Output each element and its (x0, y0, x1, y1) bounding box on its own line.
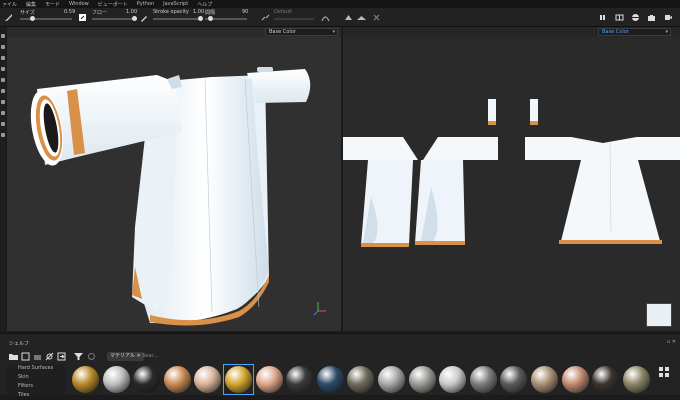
size-value[interactable]: 0.59 (64, 9, 75, 15)
stroke-opacity-value[interactable]: 1.00 (193, 9, 204, 15)
shelf-category-item[interactable]: Skin (7, 373, 65, 382)
polygon-fill-icon[interactable] (1, 67, 5, 71)
material-thumbnail-leaf[interactable] (163, 366, 191, 393)
geometry-tool-icon[interactable] (1, 122, 5, 126)
transform-tool-icon[interactable] (1, 133, 5, 137)
pause-icon[interactable] (597, 12, 608, 23)
material-thumbnail-skin[interactable] (255, 366, 283, 393)
material-thumbnail-concrete[interactable] (347, 366, 375, 393)
flow-icon[interactable] (77, 12, 88, 23)
shelf-toolbar: マテリアル ✕ Sear... (7, 351, 680, 362)
import-icon[interactable] (57, 352, 66, 361)
material-thumbnail-black-plastic[interactable] (133, 366, 161, 393)
material-thumbnail-copper[interactable] (561, 366, 589, 393)
tool-properties-bar: サイズ 0.59 フロー 1.00 Stroke opacity 1.00 間隔… (0, 8, 680, 27)
paint-tool-icon[interactable] (1, 34, 5, 38)
shelf-window-controls[interactable]: ▫ ✕ (667, 339, 676, 345)
circle-toggle-icon[interactable] (87, 352, 96, 361)
close-icon[interactable]: ✕ (137, 353, 141, 359)
material-thumbnail-gold-rough[interactable] (72, 366, 99, 393)
grid-view-icon[interactable] (659, 367, 670, 378)
eraser-tool-icon[interactable] (1, 45, 5, 49)
menu-item[interactable]: JavaScript (163, 1, 188, 7)
menu-item[interactable]: Window (69, 1, 89, 7)
new-shelf-icon[interactable] (21, 352, 30, 361)
shelf-search-input[interactable]: Sear... (142, 352, 158, 361)
shelf-category-item[interactable]: Hard Surfaces (7, 364, 65, 373)
shelf-panel: シェルフ ▫ ✕ マテリアル ✕ Sear... Hard Surfaces Sk… (0, 333, 680, 398)
filter-icon[interactable] (74, 352, 83, 361)
filter-tag[interactable]: マテリアル ✕ (107, 352, 144, 361)
material-thumbnail-olive[interactable] (622, 366, 650, 393)
menu-item[interactable]: モード (45, 1, 60, 8)
lazy-mouse-icon[interactable] (343, 12, 354, 23)
hide-icon[interactable] (45, 352, 54, 361)
library-icon[interactable] (33, 352, 42, 361)
render-icon[interactable] (630, 12, 641, 23)
filter-tag-label: マテリアル (110, 353, 135, 359)
eraser-icon[interactable] (371, 12, 382, 23)
shelf-category-list: Hard Surfaces Skin Filters Tiles (7, 364, 65, 398)
preset-slider[interactable] (274, 18, 314, 20)
preset-label: Default (274, 9, 293, 15)
bake-tool-icon[interactable] (1, 111, 5, 115)
material-thumbnail-silver[interactable] (378, 366, 405, 393)
material-thumbnail-dark-metal[interactable] (286, 366, 314, 393)
material-thumbnail-gunmetal[interactable] (500, 366, 528, 393)
flow-value[interactable]: 1.00 (126, 9, 137, 15)
shelf-title: シェルフ (9, 341, 30, 347)
split-view-icon[interactable] (614, 12, 625, 23)
material-thumbnail-stone[interactable] (408, 366, 436, 393)
flow-slider[interactable] (92, 16, 137, 21)
brush-icon[interactable] (3, 12, 14, 23)
material-thumbnail-chrome[interactable] (102, 366, 130, 393)
pen-icon[interactable] (138, 12, 149, 23)
spacing-label: 間隔 (205, 10, 216, 16)
menu-bar: ァイル 編集 モード Window ビューポート Python JavaScript ヘルプ (0, 0, 680, 8)
material-thumbnail-tan-leather[interactable] (531, 366, 558, 393)
alignment-icon[interactable] (356, 12, 367, 23)
material-thumbnail-fabric-blue[interactable] (316, 366, 344, 393)
material-thumbnail-gray-rubber[interactable] (469, 366, 497, 393)
shelf-category-item[interactable]: Tiles (7, 391, 65, 400)
folder-icon[interactable] (9, 352, 18, 361)
curve-icon[interactable] (320, 12, 331, 23)
axis-gizmo (313, 302, 326, 316)
video-icon[interactable] (663, 12, 674, 23)
picker-tool-icon[interactable] (1, 100, 5, 104)
material-thumbnail-white-plastic[interactable] (439, 366, 467, 393)
stroke-opacity-slider[interactable] (153, 16, 203, 21)
uv-thumbnail[interactable] (646, 303, 672, 327)
size-slider[interactable] (20, 16, 72, 21)
uv-map-canvas[interactable] (343, 27, 680, 331)
camera-icon[interactable] (646, 12, 657, 23)
spacing-value[interactable]: 90 (242, 9, 248, 15)
material-thumbnails (72, 364, 652, 396)
stroke-opacity-label: Stroke opacity (153, 9, 189, 15)
menu-item[interactable]: ァイル (2, 1, 17, 8)
menu-item[interactable]: Python (137, 1, 154, 7)
left-tool-strip (0, 27, 6, 331)
smudge-tool-icon[interactable] (1, 78, 5, 82)
clone-tool-icon[interactable] (1, 89, 5, 93)
menu-item[interactable]: ヘルプ (197, 1, 212, 8)
material-thumbnail-skin-pale[interactable] (194, 366, 222, 393)
garment-3d-model[interactable] (7, 27, 341, 331)
spacing-slider[interactable] (205, 16, 247, 21)
symmetry-icon[interactable] (260, 12, 271, 23)
viewport-2d[interactable]: Base Color ▾ (343, 27, 680, 331)
size-label: サイズ (20, 10, 35, 16)
projection-tool-icon[interactable] (1, 56, 5, 60)
shelf-category-item[interactable]: Filters (7, 382, 65, 391)
viewport-3d[interactable]: Base Color ▾ (7, 27, 341, 331)
flow-label: フロー (92, 10, 108, 16)
menu-item[interactable]: 編集 (26, 1, 36, 8)
material-thumbnail-black-metal[interactable] (592, 366, 620, 393)
menu-item[interactable]: ビューポート (98, 1, 128, 8)
material-thumbnail-gold[interactable] (225, 366, 252, 393)
